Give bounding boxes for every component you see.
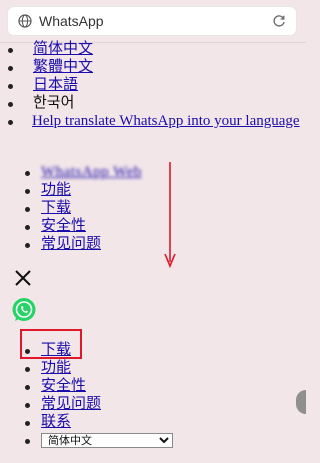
- nav-item-whatsapp-web[interactable]: WhatsApp Web: [41, 164, 142, 180]
- list-item: 简体中文: [0, 431, 173, 449]
- browser-top-bar: WhatsApp: [0, 0, 306, 43]
- language-link-zh-hans[interactable]: 简体中文: [33, 41, 93, 57]
- list-item[interactable]: 常见问题: [0, 395, 173, 413]
- list-item[interactable]: Help translate WhatsApp into your langua…: [0, 112, 300, 130]
- primary-nav-list: WhatsApp Web 功能 下载 安全性 常见问题: [0, 163, 142, 253]
- nav-item-security[interactable]: 安全性: [41, 218, 86, 234]
- list-item: 한국어: [0, 94, 300, 112]
- language-link-zh-hant[interactable]: 繁體中文: [33, 59, 93, 75]
- language-link-ja[interactable]: 日本語: [33, 77, 78, 93]
- list-item[interactable]: 常见问题: [0, 235, 142, 253]
- address-bar-text: WhatsApp: [39, 13, 104, 29]
- language-select[interactable]: 简体中文: [41, 433, 173, 448]
- language-list: 简体中文 繁體中文 日本語 한국어 Help translate WhatsAp…: [0, 40, 300, 130]
- nav2-item-faq[interactable]: 常见问题: [41, 396, 101, 412]
- list-item[interactable]: 功能: [0, 181, 142, 199]
- globe-icon: [18, 14, 32, 28]
- language-current-ko: 한국어: [33, 95, 75, 111]
- list-item[interactable]: 简体中文: [0, 40, 300, 58]
- whatsapp-logo-icon[interactable]: [11, 297, 37, 323]
- list-item[interactable]: 安全性: [0, 377, 173, 395]
- close-icon[interactable]: [14, 269, 32, 287]
- nav-item-features[interactable]: 功能: [41, 182, 71, 198]
- list-item[interactable]: 繁體中文: [0, 58, 300, 76]
- nav-item-download[interactable]: 下载: [41, 200, 71, 216]
- list-item[interactable]: 功能: [0, 359, 173, 377]
- list-item[interactable]: 日本語: [0, 76, 300, 94]
- address-bar[interactable]: WhatsApp: [8, 7, 296, 35]
- page-content: 简体中文 繁體中文 日本語 한국어 Help translate WhatsAp…: [0, 38, 306, 463]
- list-item[interactable]: WhatsApp Web: [0, 163, 142, 181]
- list-item[interactable]: 安全性: [0, 217, 142, 235]
- scrollbar-thumb[interactable]: [296, 390, 306, 414]
- down-arrow-annotation: [164, 162, 176, 269]
- help-translate-link[interactable]: Help translate WhatsApp into your langua…: [32, 113, 300, 129]
- list-item[interactable]: 下载: [0, 199, 142, 217]
- nav2-item-contact[interactable]: 联系: [41, 414, 71, 430]
- nav-item-faq[interactable]: 常见问题: [41, 236, 101, 252]
- list-item[interactable]: 下载: [0, 341, 173, 359]
- reload-icon[interactable]: [272, 14, 286, 28]
- list-item[interactable]: 联系: [0, 413, 173, 431]
- secondary-nav-list: 下载 功能 安全性 常见问题 联系 简体中文: [0, 341, 173, 449]
- nav2-item-download[interactable]: 下载: [41, 342, 71, 358]
- nav2-item-features[interactable]: 功能: [41, 360, 71, 376]
- nav2-item-security[interactable]: 安全性: [41, 378, 86, 394]
